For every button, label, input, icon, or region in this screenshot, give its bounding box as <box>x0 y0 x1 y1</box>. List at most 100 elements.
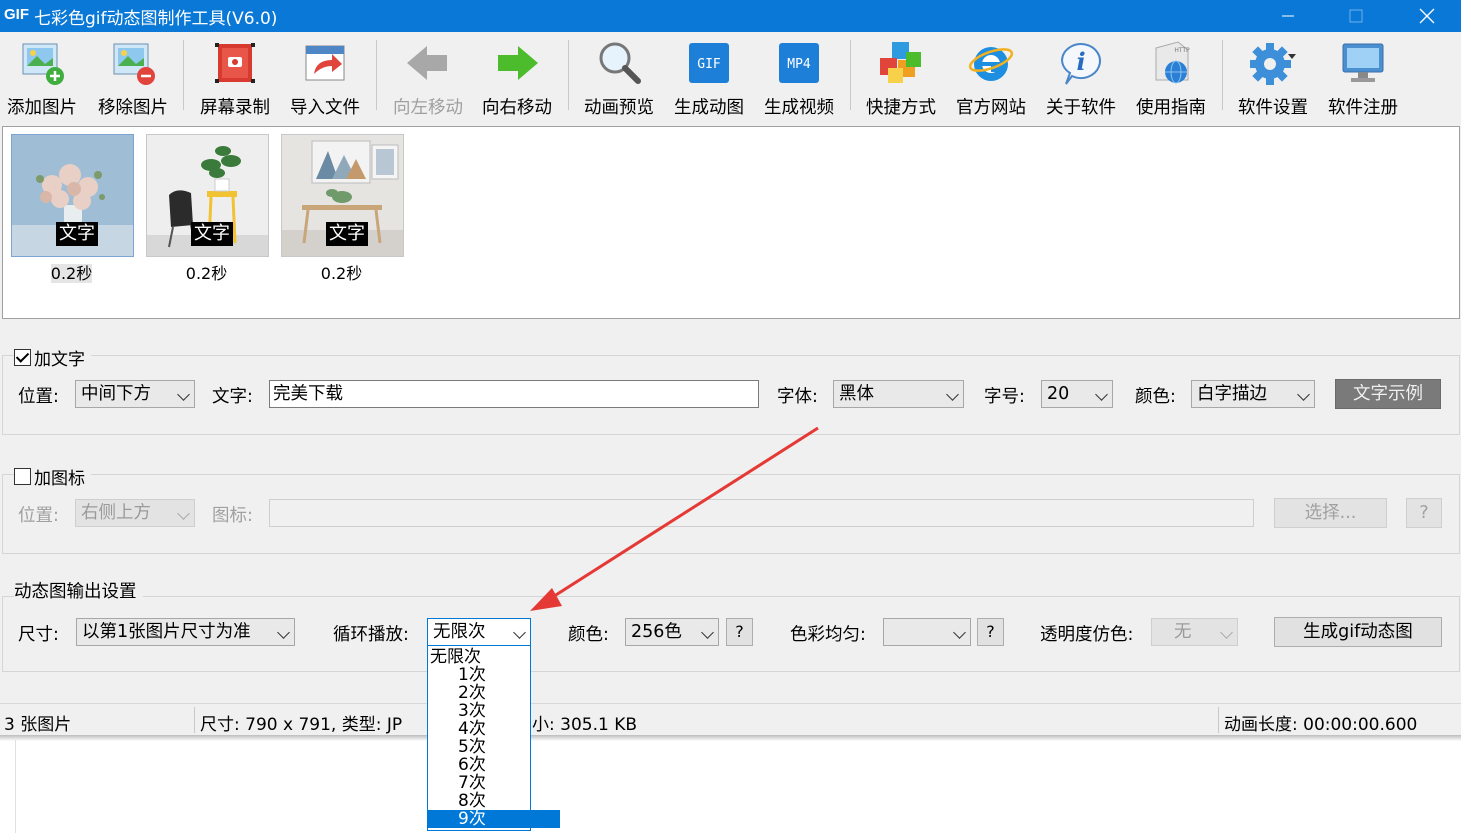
svg-text:GIF: GIF <box>697 57 721 72</box>
font-size-select[interactable]: 20 <box>1041 380 1113 408</box>
import-file-button[interactable]: 导入文件 <box>280 38 370 118</box>
move-left-label: 向左移动 <box>393 98 463 118</box>
about-button[interactable]: i 关于软件 <box>1036 38 1126 118</box>
svg-text:MP4: MP4 <box>787 57 811 72</box>
generate-gif-button[interactable]: GIF 生成动图 <box>664 38 754 118</box>
loop-dropdown-list[interactable]: 无限次 1次 2次 3次 4次 5次 6次 7次 8次 9次 <box>427 645 560 831</box>
text-color-select[interactable]: 白字描边 <box>1191 380 1315 408</box>
chevron-down-icon <box>277 626 290 639</box>
frame-duration: 0.2秒 <box>50 264 93 283</box>
output-settings-title: 动态图输出设置 <box>14 578 143 603</box>
dropdown-option[interactable]: 6次 <box>428 756 560 774</box>
add-image-button[interactable]: 添加图片 <box>0 38 87 118</box>
image-thumbnail[interactable]: 文字 <box>146 134 269 257</box>
gif-icon: GIF <box>686 40 732 86</box>
transparency-select[interactable]: 无 <box>1151 618 1238 646</box>
status-divider <box>194 707 195 733</box>
guide-button[interactable]: HTTP 使用指南 <box>1126 38 1216 118</box>
text-example-button[interactable]: 文字示例 <box>1335 379 1441 409</box>
color-balance-label: 色彩均匀: <box>790 625 866 645</box>
window-shadow <box>0 735 1461 741</box>
text-color-label: 颜色: <box>1135 387 1176 407</box>
text-content-input[interactable]: 完美下载 <box>269 380 759 408</box>
background-line <box>15 740 16 833</box>
frame-duration: 0.2秒 <box>185 264 228 283</box>
move-right-button[interactable]: 向右移动 <box>472 38 562 118</box>
image-info: 尺寸: 790 x 791, 类型: JP <box>200 715 403 735</box>
output-color-label: 颜色: <box>568 625 609 645</box>
balance-help-button[interactable]: ? <box>977 618 1004 646</box>
loop-select[interactable]: 无限次 <box>427 618 531 646</box>
color-help-button[interactable]: ? <box>726 618 753 646</box>
add-text-label: 加文字 <box>34 350 85 370</box>
title-bar: GIF 七彩色gif动态图制作工具(V6.0) <box>0 0 1461 32</box>
settings-label: 软件设置 <box>1238 98 1308 118</box>
magnifier-icon <box>596 40 642 86</box>
maximize-icon <box>1349 9 1363 23</box>
svg-text:HTTP: HTTP <box>1174 47 1190 54</box>
screen-record-label: 屏幕录制 <box>200 98 270 118</box>
add-text-checkbox[interactable]: 加文字 <box>14 345 91 370</box>
toolbar: 添加图片 移除图片 屏幕录制 导入文件 向左移动 向右移动 动画预览 GIF 生… <box>0 32 1461 120</box>
checkbox-unchecked-icon[interactable] <box>14 468 31 485</box>
chevron-down-icon <box>1297 388 1310 401</box>
website-label: 官方网站 <box>956 98 1026 118</box>
dropdown-option[interactable]: 7次 <box>428 774 560 792</box>
dropdown-option-selected[interactable]: 9次 <box>428 810 560 828</box>
move-left-button[interactable]: 向左移动 <box>383 38 473 118</box>
svg-text:i: i <box>1076 47 1085 76</box>
close-button[interactable] <box>1397 0 1457 32</box>
screen-record-button[interactable]: 屏幕录制 <box>190 38 280 118</box>
shortcut-label: 快捷方式 <box>866 98 936 118</box>
arrow-left-icon <box>405 40 451 86</box>
shortcut-button[interactable]: 快捷方式 <box>856 38 946 118</box>
dropdown-option[interactable]: 8次 <box>428 792 560 810</box>
website-button[interactable]: 官方网站 <box>946 38 1036 118</box>
minimize-button[interactable] <box>1258 0 1318 32</box>
about-label: 关于软件 <box>1046 98 1116 118</box>
image-thumbnail[interactable]: 文字 <box>11 134 134 257</box>
checkbox-checked-icon[interactable] <box>14 349 31 366</box>
chevron-down-icon <box>946 388 959 401</box>
dropdown-option[interactable]: 5次 <box>428 738 560 756</box>
icon-position-select[interactable]: 右侧上方 <box>75 499 195 527</box>
color-balance-select[interactable] <box>883 618 971 646</box>
status-divider <box>1218 707 1219 733</box>
dropdown-option[interactable]: 无限次 <box>428 648 532 666</box>
toolbar-separator <box>568 40 569 110</box>
http-globe-icon: HTTP <box>1148 40 1194 86</box>
register-label: 软件注册 <box>1328 98 1398 118</box>
animation-length: 动画长度: 00:00:00.600 <box>1224 715 1418 735</box>
minimize-icon <box>1282 15 1294 17</box>
icon-file-input[interactable] <box>269 499 1254 527</box>
dropdown-option[interactable]: 1次 <box>428 666 560 684</box>
select-icon-button[interactable]: 选择... <box>1274 498 1387 528</box>
dropdown-option[interactable]: 3次 <box>428 702 560 720</box>
add-icon-checkbox[interactable]: 加图标 <box>14 464 91 489</box>
image-list-panel[interactable]: 文字 0.2秒 文字 0.2秒 文字 0.2秒 <box>2 126 1460 319</box>
chevron-down-icon <box>513 626 526 639</box>
settings-button[interactable]: 软件设置 <box>1228 38 1318 118</box>
toolbar-separator <box>1222 40 1223 110</box>
dropdown-option[interactable]: 4次 <box>428 720 560 738</box>
image-thumbnail[interactable]: 文字 <box>281 134 404 257</box>
text-position-select[interactable]: 中间下方 <box>75 380 195 408</box>
output-color-select[interactable]: 256色 <box>625 618 719 646</box>
font-label: 字体: <box>777 387 818 407</box>
cubes-icon <box>878 40 924 86</box>
add-image-icon <box>19 40 65 86</box>
chevron-down-icon <box>177 388 190 401</box>
remove-image-button[interactable]: 移除图片 <box>88 38 178 118</box>
icon-help-button[interactable]: ? <box>1406 498 1442 528</box>
register-button[interactable]: 软件注册 <box>1318 38 1408 118</box>
output-size-label: 尺寸: <box>18 625 59 645</box>
font-select[interactable]: 黑体 <box>833 380 964 408</box>
dropdown-option[interactable]: 2次 <box>428 684 560 702</box>
maximize-button[interactable] <box>1326 0 1386 32</box>
generate-video-button[interactable]: MP4 生成视频 <box>754 38 844 118</box>
generate-gif-output-button[interactable]: 生成gif动态图 <box>1274 617 1442 647</box>
preview-button[interactable]: 动画预览 <box>574 38 664 118</box>
toolbar-separator <box>850 40 851 110</box>
output-size-select[interactable]: 以第1张图片尺寸为准 <box>76 618 295 646</box>
font-size-label: 字号: <box>984 387 1025 407</box>
